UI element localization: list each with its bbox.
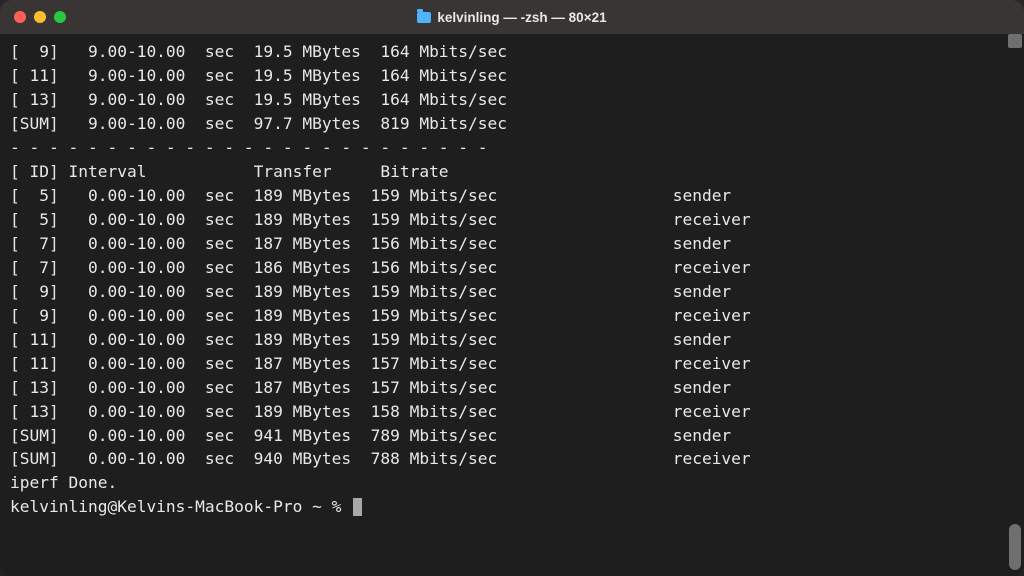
output-line: [ 11] 0.00-10.00 sec 187 MBytes 157 Mbit… — [10, 352, 1014, 376]
output-line: [ 9] 9.00-10.00 sec 19.5 MBytes 164 Mbit… — [10, 40, 1014, 64]
output-line: [ 13] 0.00-10.00 sec 189 MBytes 158 Mbit… — [10, 400, 1014, 424]
traffic-lights — [14, 11, 66, 23]
output-line: - - - - - - - - - - - - - - - - - - - - … — [10, 136, 1014, 160]
output-line: [ 9] 0.00-10.00 sec 189 MBytes 159 Mbits… — [10, 280, 1014, 304]
output-line: [SUM] 0.00-10.00 sec 940 MBytes 788 Mbit… — [10, 447, 1014, 471]
output-line: [SUM] 9.00-10.00 sec 97.7 MBytes 819 Mbi… — [10, 112, 1014, 136]
output-line: [ ID] Interval Transfer Bitrate — [10, 160, 1014, 184]
output-line: [ 7] 0.00-10.00 sec 187 MBytes 156 Mbits… — [10, 232, 1014, 256]
output-line: [ 11] 9.00-10.00 sec 19.5 MBytes 164 Mbi… — [10, 64, 1014, 88]
scroll-up-icon[interactable] — [1008, 34, 1022, 48]
output-line: iperf Done. — [10, 471, 1014, 495]
cursor-icon — [353, 498, 362, 516]
scroll-thumb[interactable] — [1009, 524, 1021, 570]
titlebar[interactable]: kelvinling — -zsh — 80×21 — [0, 0, 1024, 34]
output-line: [ 13] 0.00-10.00 sec 187 MBytes 157 Mbit… — [10, 376, 1014, 400]
maximize-icon[interactable] — [54, 11, 66, 23]
output-line: [ 13] 9.00-10.00 sec 19.5 MBytes 164 Mbi… — [10, 88, 1014, 112]
terminal-window: kelvinling — -zsh — 80×21 [ 9] 9.00-10.0… — [0, 0, 1024, 576]
close-icon[interactable] — [14, 11, 26, 23]
output-line: [ 5] 0.00-10.00 sec 189 MBytes 159 Mbits… — [10, 184, 1014, 208]
window-title: kelvinling — -zsh — 80×21 — [437, 10, 606, 25]
output-line: [ 11] 0.00-10.00 sec 189 MBytes 159 Mbit… — [10, 328, 1014, 352]
output-line: [ 5] 0.00-10.00 sec 189 MBytes 159 Mbits… — [10, 208, 1014, 232]
scrollbar[interactable] — [1008, 34, 1022, 574]
output-line: [ 9] 0.00-10.00 sec 189 MBytes 159 Mbits… — [10, 304, 1014, 328]
terminal-body[interactable]: [ 9] 9.00-10.00 sec 19.5 MBytes 164 Mbit… — [0, 34, 1024, 576]
minimize-icon[interactable] — [34, 11, 46, 23]
output-line: [SUM] 0.00-10.00 sec 941 MBytes 789 Mbit… — [10, 424, 1014, 448]
prompt-line[interactable]: kelvinling@Kelvins-MacBook-Pro ~ % — [10, 495, 1014, 519]
folder-icon — [417, 12, 431, 23]
window-title-wrap: kelvinling — -zsh — 80×21 — [0, 10, 1024, 25]
output-line: [ 7] 0.00-10.00 sec 186 MBytes 156 Mbits… — [10, 256, 1014, 280]
